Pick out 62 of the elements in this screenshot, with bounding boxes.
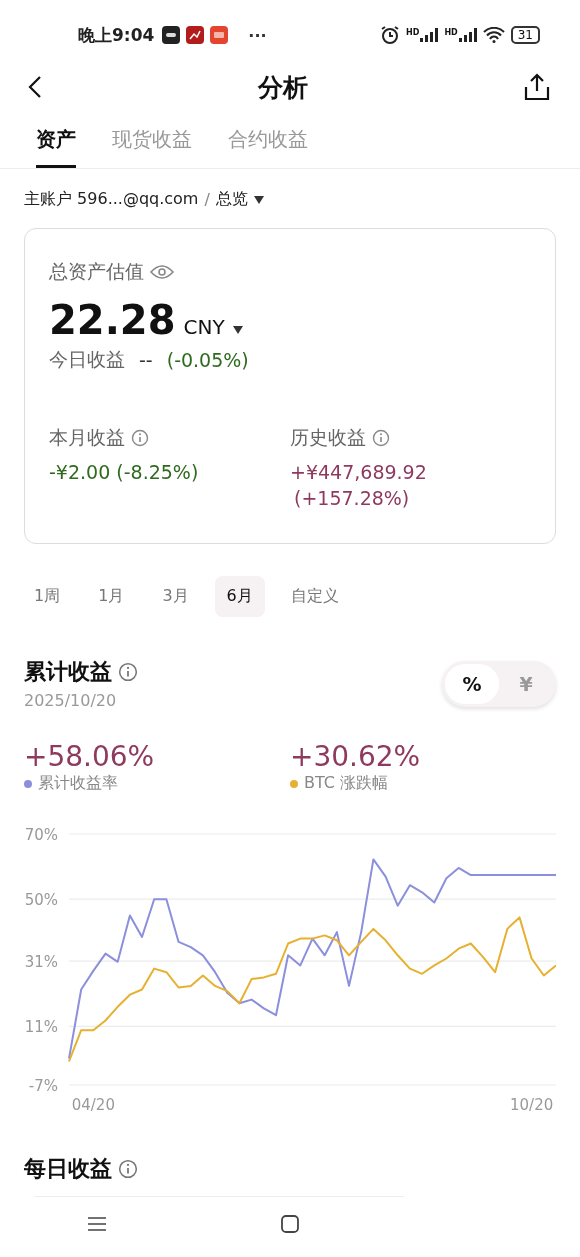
tab[interactable]: 资产 bbox=[36, 120, 76, 168]
card-title: 总资产估值 bbox=[49, 259, 144, 284]
y-tick-label: 31% bbox=[24, 953, 58, 972]
eye-icon[interactable] bbox=[150, 264, 174, 280]
today-label: 今日收益 bbox=[49, 347, 125, 372]
y-tick-label: 11% bbox=[24, 1018, 58, 1037]
period-tab[interactable]: 1月 bbox=[86, 576, 137, 617]
menu-icon[interactable] bbox=[87, 1217, 106, 1231]
section-title: 每日收益 bbox=[24, 1155, 112, 1183]
battery-indicator: 31 bbox=[510, 26, 540, 44]
info-icon[interactable] bbox=[131, 429, 149, 447]
y-tick-label: 50% bbox=[24, 891, 58, 910]
period-tab[interactable]: 自定义 bbox=[278, 576, 351, 617]
home-icon[interactable] bbox=[281, 1215, 299, 1233]
back-icon[interactable] bbox=[28, 75, 42, 99]
month-value: -¥2.00 (-8.25%) bbox=[49, 461, 200, 483]
info-icon[interactable] bbox=[118, 1159, 138, 1179]
currency-selector[interactable]: CNY bbox=[183, 315, 225, 339]
section-title: 累计收益 bbox=[24, 658, 112, 686]
y-tick-label: -7% bbox=[28, 1077, 58, 1095]
hd-label: HD bbox=[406, 28, 420, 37]
info-icon[interactable] bbox=[118, 662, 138, 682]
period-tab[interactable]: 1周 bbox=[22, 576, 73, 617]
wifi-icon bbox=[482, 27, 505, 43]
dropdown-icon[interactable] bbox=[253, 195, 264, 204]
status-time: 晚上9:04 bbox=[78, 23, 155, 47]
legend-label: 累计收益率 bbox=[38, 773, 118, 794]
month-label: 本月收益 bbox=[49, 425, 125, 450]
separator: / bbox=[204, 190, 210, 209]
unit-option[interactable]: % bbox=[445, 664, 499, 704]
period-tab[interactable]: 3月 bbox=[150, 576, 201, 617]
info-icon[interactable] bbox=[372, 429, 390, 447]
app-icon bbox=[210, 26, 229, 44]
x-tick-label: 04/20 bbox=[71, 1096, 115, 1114]
history-value: +¥447,689.92 bbox=[290, 461, 428, 483]
stat-value: +58.06% bbox=[24, 740, 156, 773]
today-value: -- bbox=[139, 349, 153, 371]
app-icon bbox=[186, 26, 205, 44]
signal-icon bbox=[458, 28, 477, 42]
more-indicator: ··· bbox=[248, 25, 267, 45]
history-label: 历史收益 bbox=[290, 425, 366, 450]
unit-option[interactable]: ¥ bbox=[499, 664, 553, 704]
share-icon[interactable] bbox=[524, 73, 550, 101]
tab[interactable]: 现货收益 bbox=[112, 120, 192, 168]
y-tick-label: 70% bbox=[24, 826, 58, 844]
date-label: 2025/10/20 bbox=[24, 691, 118, 710]
x-tick-label: 10/20 bbox=[510, 1096, 554, 1114]
app-icon bbox=[162, 26, 181, 44]
signal-icon bbox=[420, 28, 439, 42]
stat-value: +30.62% bbox=[290, 740, 422, 773]
hd-label: HD bbox=[444, 28, 458, 37]
view-selector[interactable]: 总览 bbox=[215, 189, 248, 210]
account-label: 主账户 596...@qq.com bbox=[24, 189, 199, 210]
tab[interactable]: 合约收益 bbox=[228, 120, 308, 168]
asset-value: 22.28 bbox=[49, 297, 176, 343]
period-tab[interactable]: 6月 bbox=[214, 576, 265, 617]
today-percent: (-0.05%) bbox=[166, 349, 249, 371]
legend-label: BTC 涨跌幅 bbox=[304, 773, 389, 794]
history-percent: (+157.28%) bbox=[293, 487, 411, 509]
alarm-icon bbox=[380, 25, 401, 45]
dropdown-icon[interactable] bbox=[232, 326, 243, 334]
page-title: 分析 bbox=[258, 71, 308, 104]
